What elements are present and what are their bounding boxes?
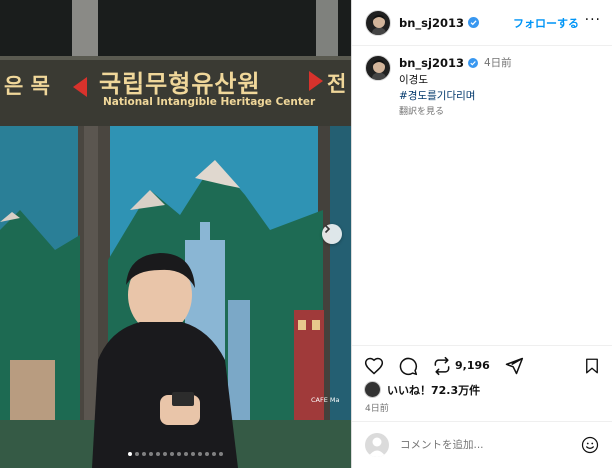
slide-dot	[198, 452, 202, 456]
slide-dot	[135, 452, 139, 456]
verified-badge-icon	[467, 57, 478, 68]
action-bar: 9,196	[352, 345, 612, 385]
slide-dot	[156, 452, 160, 456]
slide-dot	[142, 452, 146, 456]
sign-arrow-left-icon	[73, 77, 87, 97]
comment-input[interactable]	[400, 439, 580, 451]
header-username[interactable]: bn_sj2013	[399, 16, 464, 30]
likes-count: いいね！72.3万件	[387, 383, 481, 397]
post-viewer: 은 목 국립무형유산원 전 National Intangible Herita…	[0, 0, 612, 468]
like-button[interactable]	[364, 356, 384, 376]
caption-hashtag[interactable]: #경도를기다리며	[399, 88, 512, 103]
share-button[interactable]	[504, 356, 524, 376]
slide-dot	[170, 452, 174, 456]
slide-dot	[191, 452, 195, 456]
slide-dot	[184, 452, 188, 456]
verified-badge-icon	[467, 17, 479, 28]
post-date: 4日前	[365, 404, 389, 414]
save-button[interactable]	[583, 357, 601, 379]
sign-korean-text: 국립무형유산원	[99, 70, 261, 98]
default-avatar-icon	[368, 437, 386, 457]
chevron-right-icon	[324, 224, 331, 234]
caption-time: 4日前	[483, 57, 512, 69]
caption-avatar[interactable]	[365, 55, 391, 81]
slide-dot	[219, 452, 223, 456]
heart-icon	[364, 357, 384, 375]
slide-dot	[205, 452, 209, 456]
repost-count: 9,196	[455, 359, 490, 372]
slide-dot	[212, 452, 216, 456]
avatar-image	[372, 60, 386, 80]
repost-button[interactable]: 9,196	[432, 356, 490, 376]
slide-dot	[163, 452, 167, 456]
slide-dot	[177, 452, 181, 456]
comment-button[interactable]	[398, 356, 418, 376]
sign-arrow-right-icon	[309, 71, 323, 91]
emoji-button[interactable]	[581, 436, 599, 458]
slide-dot	[128, 452, 132, 456]
follow-button[interactable]: フォローする	[513, 15, 579, 31]
more-options-button[interactable]: ···	[585, 12, 601, 28]
caption-text: 이경도	[399, 74, 428, 86]
post-details: bn_sj2013 フォローする ··· bn_sj2013 4日前 이경도 #…	[351, 0, 612, 468]
current-user-avatar	[365, 433, 389, 457]
sign-right-text: 전	[327, 72, 347, 96]
translate-link[interactable]: 翻訳を見る	[399, 104, 512, 117]
slide-indicator	[0, 452, 351, 456]
avatar-image	[372, 14, 386, 35]
sign-left-text: 은 목	[4, 74, 50, 98]
next-slide-button[interactable]	[322, 224, 342, 244]
likes-summary[interactable]: いいね！72.3万件	[364, 381, 480, 398]
bookmark-icon	[586, 358, 598, 374]
caption: bn_sj2013 4日前 이경도 #경도를기다리며 翻訳を見る	[365, 55, 605, 117]
comment-box	[352, 421, 612, 468]
post-photo[interactable]: 은 목 국립무형유산원 전 National Intangible Herita…	[0, 0, 351, 468]
sign-english-text: National Intangible Heritage Center	[103, 96, 316, 108]
comment-icon	[399, 357, 418, 375]
slide-dot	[149, 452, 153, 456]
liker-avatar	[364, 381, 381, 398]
send-icon	[505, 357, 523, 374]
smiley-icon	[581, 436, 599, 454]
caption-username[interactable]: bn_sj2013	[399, 56, 464, 70]
avatar[interactable]	[365, 9, 391, 36]
post-header: bn_sj2013 フォローする ···	[352, 0, 612, 46]
repost-icon	[434, 356, 450, 375]
cafe-sign-text: CAFE Ma	[311, 396, 340, 404]
